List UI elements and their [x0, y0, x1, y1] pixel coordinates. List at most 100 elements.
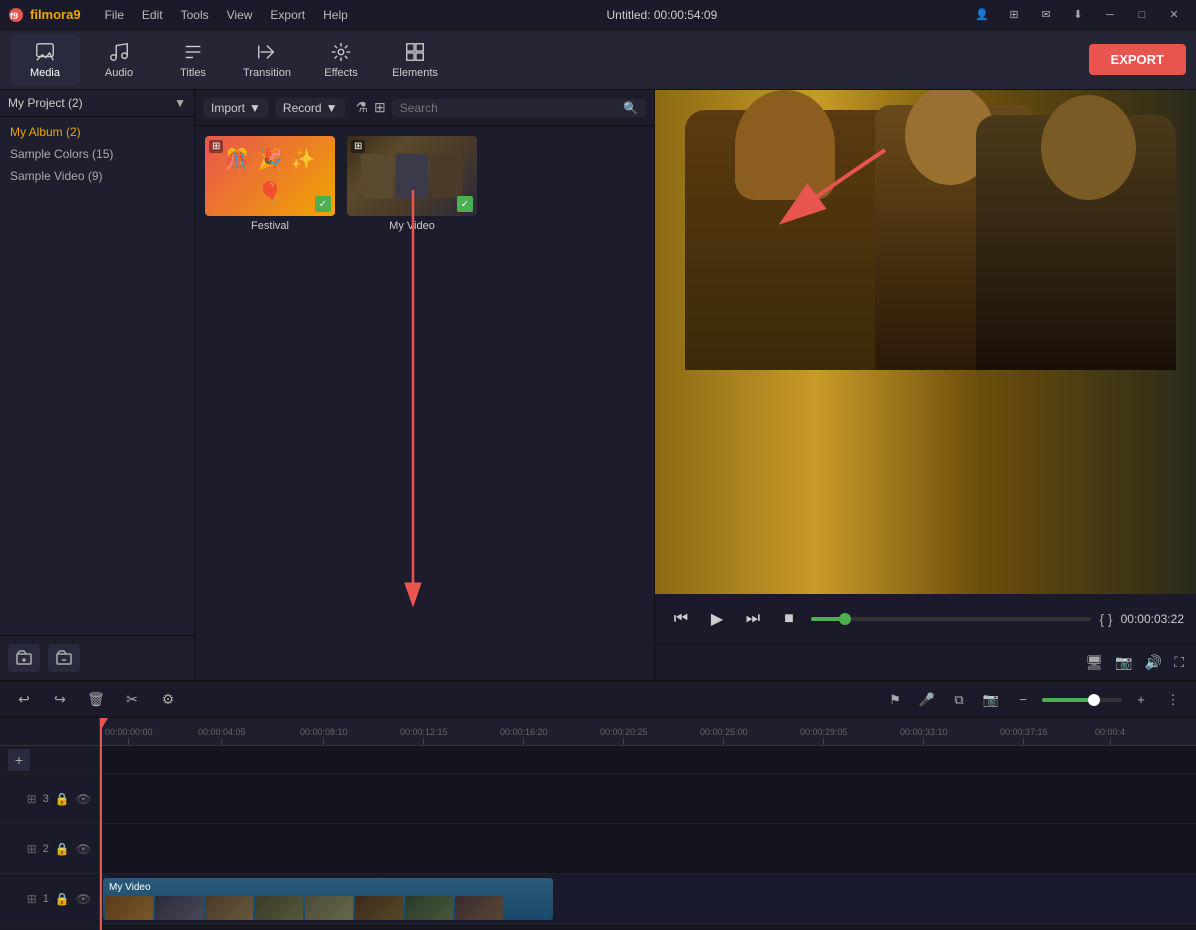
track3-num: 3: [43, 793, 49, 805]
flag-icon[interactable]: ⚑: [882, 687, 908, 713]
tree-item-album[interactable]: My Album (2): [0, 121, 194, 143]
filter-icon[interactable]: ⚗: [355, 99, 368, 116]
menu-help[interactable]: Help: [315, 6, 356, 24]
media-grid: 🎊 🎉 ✨ 🎈 ⊞ ✓ Festival: [195, 126, 654, 680]
menu-tools[interactable]: Tools: [173, 6, 217, 24]
progress-bar[interactable]: [811, 617, 1091, 621]
monitor-icon[interactable]: 🖥: [1086, 654, 1104, 671]
delete-button[interactable]: 🗑: [82, 686, 110, 714]
add-track-button[interactable]: +: [8, 749, 30, 771]
track-row-3: [100, 746, 1196, 774]
playhead-line: [100, 746, 102, 930]
media-item-festival[interactable]: 🎊 🎉 ✨ 🎈 ⊞ ✓ Festival: [205, 136, 335, 232]
clips-icon[interactable]: ⧉: [946, 687, 972, 713]
zoom-track[interactable]: [1042, 698, 1122, 702]
timeline-right-tools: ⚑ 🎤 ⧉ 📷 − + ⋮: [882, 687, 1186, 713]
ruler-mark-9: 00:00:37:16: [1000, 727, 1048, 745]
track1-eye-icon[interactable]: 👁: [76, 892, 91, 906]
add-folder-button[interactable]: [8, 644, 40, 672]
profile-icon[interactable]: 👤: [968, 4, 996, 26]
cut-button[interactable]: ✂: [118, 686, 146, 714]
minimize-button[interactable]: ─: [1096, 4, 1124, 26]
grid-view-icon[interactable]: ⊞: [374, 99, 386, 116]
forward-button[interactable]: ⏭: [739, 605, 767, 633]
maximize-button[interactable]: □: [1128, 4, 1156, 26]
in-point-icon[interactable]: { }: [1099, 611, 1112, 627]
volume-icon[interactable]: 🔊: [1145, 654, 1162, 671]
toolbar-titles-label: Titles: [180, 67, 206, 79]
grid-icon[interactable]: ⊞: [1000, 4, 1028, 26]
toolbar-transition-label: Transition: [243, 67, 291, 79]
menu-view[interactable]: View: [219, 6, 261, 24]
clip-label: My Video: [105, 880, 155, 895]
festival-thumbnail: 🎊 🎉 ✨ 🎈 ⊞ ✓: [205, 136, 335, 216]
play-button[interactable]: ▶: [703, 605, 731, 633]
more-icon[interactable]: ⋮: [1160, 687, 1186, 713]
undo-button[interactable]: ↩: [10, 686, 38, 714]
track2-eye-icon[interactable]: 👁: [76, 842, 91, 856]
toolbar-elements[interactable]: Elements: [380, 34, 450, 86]
track3-eye-icon[interactable]: 👁: [76, 792, 91, 806]
ruler-mark-2: 00:00:08:10: [300, 727, 348, 745]
menu-bar: File Edit Tools View Export Help: [97, 6, 356, 24]
stop-button[interactable]: ■: [775, 605, 803, 633]
import-dropdown-icon[interactable]: ▼: [249, 101, 261, 115]
ruler-mark-8: 00:00:33:10: [900, 727, 948, 745]
toolbar-audio[interactable]: Audio: [84, 34, 154, 86]
record-dropdown-icon[interactable]: ▼: [326, 101, 338, 115]
track-label-3: ⊞ 3 🔒 👁: [0, 774, 99, 824]
fullscreen-icon[interactable]: ⛶: [1174, 654, 1184, 671]
track3-lock-icon[interactable]: 🔒: [55, 792, 70, 806]
toolbar-transition[interactable]: Transition: [232, 34, 302, 86]
window-title: Untitled: 00:00:54:09: [356, 8, 968, 22]
center-toolbar: Import ▼ Record ▼ ⚗ ⊞ 🔍: [195, 90, 654, 126]
prev-frame-button[interactable]: ⏮: [667, 605, 695, 633]
toolbar-titles[interactable]: Titles: [158, 34, 228, 86]
festival-check: ✓: [315, 196, 331, 212]
zoom-in-icon[interactable]: +: [1128, 687, 1154, 713]
clip-frame-2: [155, 896, 203, 920]
menu-file[interactable]: File: [97, 6, 132, 24]
project-tree: My Album (2) Sample Colors (15) Sample V…: [0, 117, 194, 635]
snapshot-tl-icon[interactable]: 📷: [978, 687, 1004, 713]
mail-icon[interactable]: ✉: [1032, 4, 1060, 26]
close-button[interactable]: ✕: [1160, 4, 1188, 26]
redo-button[interactable]: ↪: [46, 686, 74, 714]
mic-icon[interactable]: 🎤: [914, 687, 940, 713]
timeline-toolbar: ↩ ↪ 🗑 ✂ ⚙ ⚑ 🎤 ⧉ 📷 − + ⋮: [0, 682, 1196, 718]
tree-item-videos[interactable]: Sample Video (9): [0, 165, 194, 187]
import-button[interactable]: Import ▼: [203, 98, 269, 118]
menu-export[interactable]: Export: [262, 6, 313, 24]
search-input[interactable]: [400, 101, 619, 115]
menu-edit[interactable]: Edit: [134, 6, 171, 24]
toolbar-media[interactable]: Media: [10, 34, 80, 86]
video-clip[interactable]: My Video: [103, 878, 553, 920]
snapshot-icon[interactable]: 📷: [1115, 654, 1132, 671]
clip-frame-6: [355, 896, 403, 920]
adjustments-button[interactable]: ⚙: [154, 686, 182, 714]
ruler-mark-3: 00:00:12:15: [400, 727, 448, 745]
export-button[interactable]: EXPORT: [1089, 44, 1186, 75]
track1-num: 1: [43, 893, 49, 905]
svg-text:f9: f9: [10, 11, 18, 21]
track2-lock-icon[interactable]: 🔒: [55, 842, 70, 856]
media-item-myvideo[interactable]: ⊞ ✓ My Video: [347, 136, 477, 232]
search-icon[interactable]: 🔍: [623, 101, 638, 115]
video-preview: [655, 90, 1196, 594]
clip-frame-5: [305, 896, 353, 920]
progress-thumb: [839, 613, 851, 625]
clip-frame-7: [405, 896, 453, 920]
zoom-thumb: [1088, 694, 1100, 706]
zoom-slider: [1042, 698, 1122, 702]
toolbar-media-label: Media: [30, 67, 60, 79]
record-button[interactable]: Record ▼: [275, 98, 346, 118]
toolbar-elements-label: Elements: [392, 67, 438, 79]
download-icon[interactable]: ⬇: [1064, 4, 1092, 26]
toolbar-effects-label: Effects: [324, 67, 357, 79]
expand-icon[interactable]: ▼: [174, 96, 186, 110]
track1-lock-icon[interactable]: 🔒: [55, 892, 70, 906]
tree-item-colors[interactable]: Sample Colors (15): [0, 143, 194, 165]
zoom-out-icon[interactable]: −: [1010, 687, 1036, 713]
remove-folder-button[interactable]: [48, 644, 80, 672]
toolbar-effects[interactable]: Effects: [306, 34, 376, 86]
